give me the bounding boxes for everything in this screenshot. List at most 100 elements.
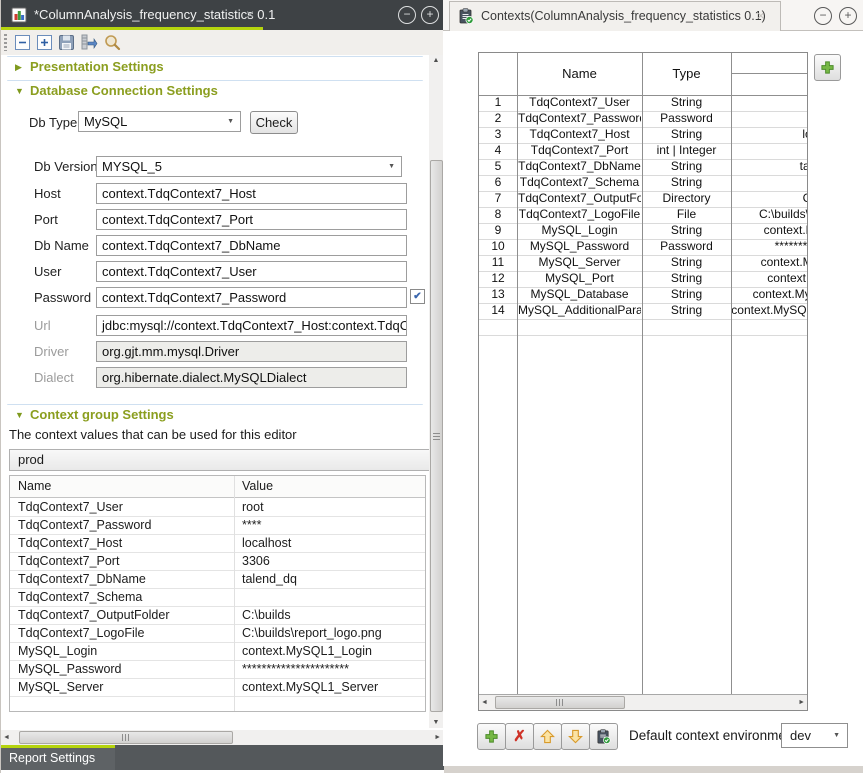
context-value-row[interactable]: TdqContext7_OutputFolder C:\builds <box>10 606 425 625</box>
context-value-row[interactable]: TdqContext7_Host localhost <box>10 534 425 553</box>
variable-type-cell[interactable]: String <box>643 255 730 271</box>
context-variable-row[interactable]: 12 MySQL_Port String ▼ context.MySQL1_Po… <box>479 271 808 288</box>
variable-name-cell[interactable]: MySQL_Server <box>518 255 641 271</box>
context-variable-row[interactable]: 9 MySQL_Login String ▼ context.MySQL1_Lo… <box>479 223 808 240</box>
horizontal-scroll-thumb[interactable] <box>495 696 625 709</box>
context-variable-row[interactable]: 13 MySQL_Database String ▼ context.MySQL… <box>479 287 808 304</box>
user-input[interactable]: context.TdqContext7_User <box>96 261 407 282</box>
check-button[interactable]: Check <box>250 111 298 134</box>
context-variable-row[interactable]: 3 TdqContext7_Host String ▼ localhost <box>479 127 808 144</box>
context-group-name-bar[interactable]: prod <box>9 449 429 471</box>
variable-value-cell[interactable]: root <box>731 95 808 111</box>
tab-column-analysis[interactable]: *ColumnAnalysis_frequency_statistics 0.1… <box>1 0 263 30</box>
scroll-left-icon[interactable]: ◄ <box>481 695 488 710</box>
toolbar-drag-handle[interactable] <box>4 34 7 51</box>
context-value-row[interactable]: MySQL_Password ********************** <box>10 660 425 679</box>
variable-value-cell[interactable]: context.MySQL1_Port <box>731 271 808 287</box>
add-context-button[interactable] <box>477 723 506 750</box>
scroll-right-icon[interactable]: ► <box>798 695 805 710</box>
move-up-button[interactable] <box>533 723 562 750</box>
variable-type-cell[interactable]: int | Integer <box>643 143 730 159</box>
variable-value-cell[interactable]: C:\builds\report_logo.png <box>731 207 808 223</box>
context-variable-row[interactable]: 1 TdqContext7_User String ▼ root <box>479 95 808 112</box>
empty-row[interactable] <box>479 319 808 336</box>
delete-context-button[interactable]: ✗ <box>505 723 534 750</box>
password-checkbox[interactable]: ✔ <box>410 289 425 304</box>
context-variable-row[interactable]: 11 MySQL_Server String ▼ context.MySQL1_… <box>479 255 808 272</box>
variable-value-cell[interactable] <box>731 175 808 191</box>
variable-type-cell[interactable]: Password <box>643 111 730 127</box>
variable-name-cell[interactable]: MySQL_Password <box>518 239 641 255</box>
add-variable-button[interactable] <box>814 54 841 81</box>
context-variable-row[interactable]: 14 MySQL_AdditionalParams String ▼ conte… <box>479 303 808 320</box>
scroll-right-icon[interactable]: ► <box>434 730 441 745</box>
minimize-icon[interactable]: − <box>398 6 416 24</box>
context-variable-row[interactable]: 5 TdqContext7_DbName String ▼ talend_dq <box>479 159 808 176</box>
editor-horizontal-scrollbar[interactable]: ◄ ► <box>1 730 444 745</box>
url-input[interactable]: jdbc:mysql://context.TdqContext7_Host:co… <box>96 315 407 336</box>
variable-type-cell[interactable]: File <box>643 207 730 223</box>
context-value-row[interactable]: TdqContext7_User root <box>10 498 425 517</box>
variable-type-cell[interactable]: String <box>643 159 730 175</box>
variable-name-cell[interactable]: TdqContext7_LogoFile <box>518 207 641 223</box>
variable-type-cell[interactable]: String <box>643 223 730 239</box>
variable-type-cell[interactable]: String <box>643 175 730 191</box>
minimize-icon[interactable]: − <box>814 7 832 25</box>
horizontal-scroll-thumb[interactable] <box>19 731 233 744</box>
collapse-all-icon[interactable] <box>13 33 32 52</box>
environment-combo[interactable]: dev ▼ <box>781 723 848 748</box>
section-context-group-settings[interactable]: ▼ Context group Settings <box>1 406 429 424</box>
variable-type-cell[interactable]: Directory <box>643 191 730 207</box>
editor-vertical-scrollbar[interactable]: ▲ ▼ <box>429 55 443 728</box>
section-database-connection-settings[interactable]: ▼ Database Connection Settings <box>1 82 429 100</box>
host-input[interactable]: context.TdqContext7_Host <box>96 183 407 204</box>
name-column-header[interactable]: Name <box>18 476 228 497</box>
context-value-row[interactable]: TdqContext7_Port 3306 <box>10 552 425 571</box>
variable-type-cell[interactable]: String <box>643 95 730 111</box>
variable-name-cell[interactable]: MySQL_AdditionalParams <box>518 303 641 319</box>
context-value-row[interactable]: MySQL_Login context.MySQL1_Login <box>10 642 425 661</box>
value-column-header[interactable]: Value <box>242 476 422 497</box>
context-variable-row[interactable]: 6 TdqContext7_Schema String ▼ <box>479 175 808 192</box>
refresh-report-icon[interactable] <box>79 33 98 52</box>
tab-contexts[interactable]: Contexts(ColumnAnalysis_frequency_statis… <box>449 1 781 32</box>
db-version-combo[interactable]: MYSQL_5 ▼ <box>96 156 402 177</box>
variable-name-cell[interactable]: TdqContext7_DbName <box>518 159 641 175</box>
db-type-combo[interactable]: MySQL ▼ <box>78 111 241 132</box>
context-value-row[interactable]: TdqContext7_Schema <box>10 588 425 607</box>
variable-type-cell[interactable]: String <box>643 271 730 287</box>
context-table-horizontal-scrollbar[interactable]: ◄ ► <box>479 694 807 711</box>
context-value-row[interactable]: TdqContext7_LogoFile C:\builds\report_lo… <box>10 624 425 643</box>
variable-value-cell[interactable]: localhost <box>731 127 808 143</box>
expand-all-icon[interactable] <box>35 33 54 52</box>
tab-report-settings[interactable]: Report Settings <box>1 745 115 770</box>
variable-value-cell[interactable]: 3306 <box>731 143 808 159</box>
context-variable-row[interactable]: 10 MySQL_Password Password ▼ ***********… <box>479 239 808 256</box>
context-value-row[interactable]: TdqContext7_DbName talend_dq <box>10 570 425 589</box>
variable-name-cell[interactable]: TdqContext7_Host <box>518 127 641 143</box>
save-icon[interactable] <box>57 33 76 52</box>
close-icon[interactable]: × <box>246 0 254 28</box>
variable-value-cell[interactable]: talend_dq <box>731 159 808 175</box>
move-down-button[interactable] <box>561 723 590 750</box>
context-variable-row[interactable]: 7 TdqContext7_OutputFolder Directory ▼ C… <box>479 191 808 208</box>
close-icon[interactable]: × <box>757 2 765 30</box>
variable-value-cell[interactable]: context.MySQL1_Server <box>731 255 808 271</box>
variable-name-cell[interactable]: TdqContext7_User <box>518 95 641 111</box>
variable-name-cell[interactable]: MySQL_Login <box>518 223 641 239</box>
variable-name-cell[interactable]: TdqContext7_OutputFolder <box>518 191 641 207</box>
context-value-row[interactable]: MySQL_Server context.MySQL1_Server <box>10 678 425 697</box>
variable-name-cell[interactable]: TdqContext7_Password <box>518 111 641 127</box>
manage-contexts-button[interactable] <box>589 723 618 750</box>
db-name-input[interactable]: context.TdqContext7_DbName <box>96 235 407 256</box>
variable-value-cell[interactable]: **** <box>731 111 808 127</box>
vertical-scroll-thumb[interactable] <box>430 160 443 712</box>
maximize-icon[interactable]: + <box>421 6 439 24</box>
variable-value-cell[interactable]: context.MySQL1_Database <box>731 287 808 303</box>
variable-type-cell[interactable]: String <box>643 303 730 319</box>
scroll-up-icon[interactable]: ▲ <box>429 57 443 64</box>
section-presentation-settings[interactable]: ▶ Presentation Settings <box>1 58 429 76</box>
variable-value-cell[interactable]: context.MySQL1_Login <box>731 223 808 239</box>
variable-value-cell[interactable]: C:\builds <box>731 191 808 207</box>
variable-name-cell[interactable]: TdqContext7_Schema <box>518 175 641 191</box>
